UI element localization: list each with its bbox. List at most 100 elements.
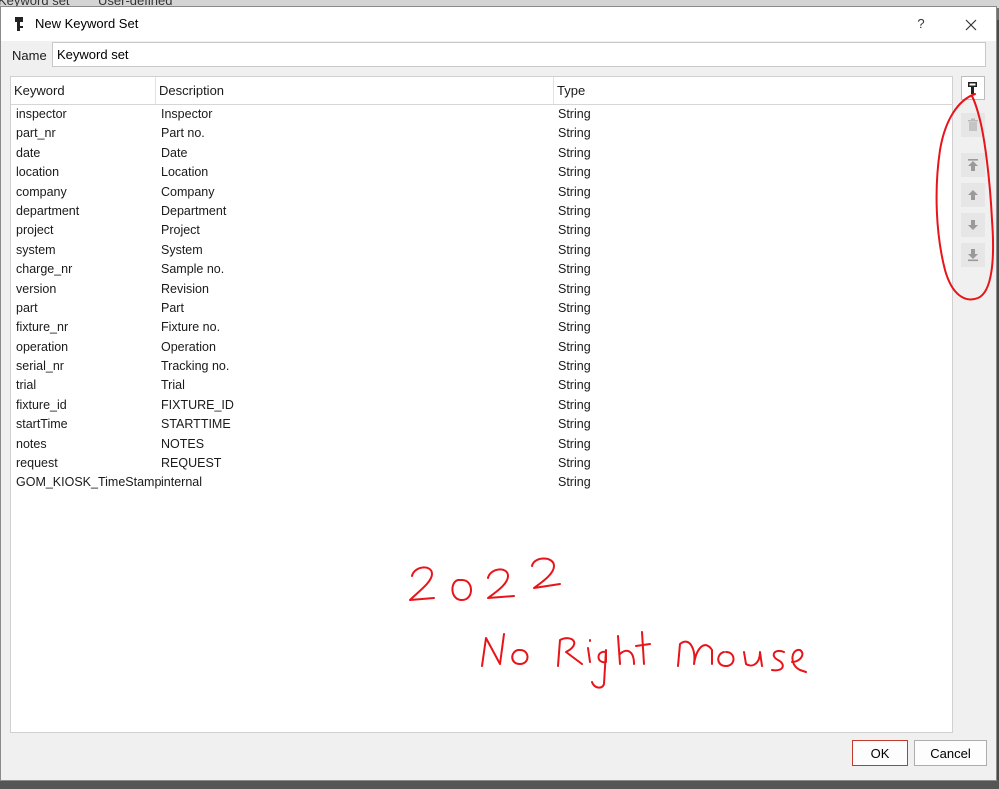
keyword-cell: request (16, 456, 58, 471)
type-cell: String (558, 397, 591, 412)
type-cell: String (558, 359, 591, 374)
keyword-cell: system (16, 242, 56, 257)
keyword-cell: part (16, 300, 38, 315)
table-row[interactable]: inspector Inspector String (11, 105, 952, 124)
type-cell: String (558, 165, 591, 180)
move-down-button[interactable] (961, 213, 985, 237)
description-cell: System (161, 242, 203, 257)
type-cell: String (558, 300, 591, 315)
table-row[interactable]: date Date String (11, 144, 952, 163)
table-row[interactable]: charge_nr Sample no. String (11, 260, 952, 279)
description-cell: STARTTIME (161, 417, 231, 432)
description-cell: Inspector (161, 107, 213, 121)
type-cell: String (558, 107, 591, 121)
move-up-icon (968, 190, 978, 200)
move-to-bottom-button[interactable] (961, 243, 985, 267)
description-cell: Date (161, 145, 188, 160)
name-label: Name (12, 48, 47, 63)
keyword-cell: part_nr (16, 126, 56, 141)
table-body: inspector Inspector String part_nr Part no. S… (11, 105, 952, 493)
column-header-type[interactable]: Type (554, 77, 952, 104)
move-to-bottom-icon (968, 249, 978, 262)
description-cell: Part (161, 300, 184, 315)
keyword-cell: version (16, 281, 57, 296)
add-keyword-icon (968, 82, 977, 94)
side-toolbar (959, 76, 989, 276)
type-cell: String (558, 126, 591, 141)
description-cell: Company (161, 184, 215, 199)
keyword-cell: location (16, 165, 60, 180)
keyword-table[interactable]: Keyword Description Type inspector Inspec… (10, 76, 953, 733)
table-row[interactable]: GOM_KIOSK_TimeStamp internal String (11, 473, 952, 492)
table-row[interactable]: department Department String (11, 202, 952, 221)
type-cell: String (558, 378, 591, 393)
table-row[interactable]: fixture_nr Fixture no. String (11, 318, 952, 337)
keyword-cell: GOM_KIOSK_TimeStamp (16, 475, 162, 490)
description-cell: Sample no. (161, 262, 225, 277)
table-row[interactable]: operation Operation String (11, 338, 952, 357)
keyword-cell: operation (16, 339, 69, 354)
move-to-top-icon (968, 159, 978, 171)
table-row[interactable]: startTime STARTTIME String (11, 415, 952, 434)
type-cell: String (558, 436, 591, 451)
dialog-titlebar: New Keyword Set ? (1, 7, 996, 41)
type-cell: String (558, 262, 591, 277)
help-button[interactable]: ? (909, 13, 933, 35)
column-header-description[interactable]: Description (156, 77, 554, 104)
table-row[interactable]: fixture_id FIXTURE_ID String (11, 396, 952, 415)
name-input[interactable] (52, 42, 986, 67)
table-row[interactable]: project Project String (11, 221, 952, 240)
description-cell: NOTES (161, 436, 205, 451)
description-cell: Location (161, 165, 209, 180)
keyword-cell: fixture_nr (16, 320, 69, 335)
table-row[interactable]: trial Trial String (11, 376, 952, 395)
type-cell: String (558, 417, 591, 432)
ok-button[interactable]: OK (852, 740, 908, 766)
move-up-button[interactable] (961, 183, 985, 207)
description-cell: Operation (161, 339, 216, 354)
type-cell: String (558, 320, 591, 335)
keyword-cell: startTime (16, 417, 68, 432)
description-cell: internal (161, 475, 202, 490)
table-row[interactable]: location Location String (11, 163, 952, 182)
dialog-title: New Keyword Set (35, 16, 139, 31)
keyword-cell: department (16, 203, 80, 218)
keyword-cell: inspector (16, 107, 67, 121)
table-row[interactable]: system System String (11, 241, 952, 260)
table-row[interactable]: serial_nr Tracking no. String (11, 357, 952, 376)
type-cell: String (558, 145, 591, 160)
add-keyword-button[interactable] (961, 76, 985, 100)
type-cell: String (558, 475, 591, 490)
close-button[interactable] (956, 12, 986, 36)
move-to-top-button[interactable] (961, 153, 985, 177)
type-cell: String (558, 281, 591, 296)
description-cell: Part no. (161, 126, 205, 141)
table-row[interactable]: request REQUEST String (11, 454, 952, 473)
description-cell: Revision (161, 281, 209, 296)
keyword-cell: fixture_id (16, 397, 67, 412)
keyword-icon (15, 17, 23, 31)
description-cell: Trial (161, 378, 185, 393)
keyword-cell: company (16, 184, 67, 199)
move-down-icon (968, 220, 978, 230)
table-row[interactable]: notes NOTES String (11, 435, 952, 454)
keyword-cell: project (16, 223, 54, 238)
type-cell: String (558, 339, 591, 354)
background-app-bottom (0, 780, 999, 789)
close-icon (965, 19, 977, 31)
delete-icon (968, 118, 978, 131)
keyword-cell: date (16, 145, 41, 160)
cancel-button[interactable]: Cancel (914, 740, 987, 766)
description-cell: Project (161, 223, 200, 238)
table-row[interactable]: part Part String (11, 299, 952, 318)
description-cell: Department (161, 203, 227, 218)
table-row[interactable]: version Revision String (11, 280, 952, 299)
column-header-keyword[interactable]: Keyword (11, 77, 156, 104)
delete-button[interactable] (961, 113, 985, 137)
description-cell: REQUEST (161, 456, 222, 471)
description-cell: Fixture no. (161, 320, 221, 335)
table-row[interactable]: part_nr Part no. String (11, 124, 952, 143)
description-cell: FIXTURE_ID (161, 397, 234, 412)
table-row[interactable]: company Company String (11, 183, 952, 202)
type-cell: String (558, 242, 591, 257)
